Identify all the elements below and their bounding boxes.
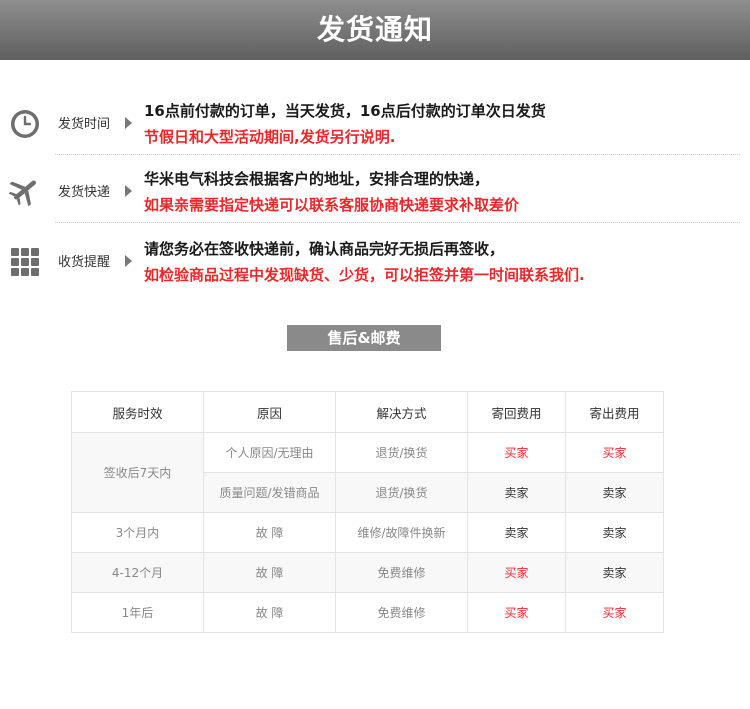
table-header: 寄出费用 — [565, 391, 664, 433]
table-header: 服务时效 — [71, 391, 204, 433]
cell-return-fee: 买家 — [467, 552, 566, 593]
info-tag: 发货时间 — [58, 117, 111, 132]
clock-icon — [11, 110, 39, 138]
section-title-label: 售后&邮费 — [327, 329, 401, 347]
triangle-right-icon — [125, 255, 132, 267]
cell-period: 签收后7天内 — [71, 432, 204, 513]
table-row: 1年后 故 障 免费维修 买家 买家 — [71, 592, 664, 633]
info-line-highlight: 如检验商品过程中发现缺货、少货，可以拒签并第一时间联系我们. — [144, 266, 585, 284]
table-row: 签收后7天内 个人原因/无理由 退货/换货 买家 买家 — [71, 432, 664, 513]
info-row-courier: 发货快递 华米电气科技会根据客户的地址，安排合理的快递， 如果亲需要指定快递可以… — [0, 157, 750, 225]
triangle-right-icon — [125, 117, 132, 129]
divider — [55, 222, 740, 223]
info-row-shipping-time: 发货时间 16点前付款的订单，当天发货，16点后付款的订单次日发货 节假日和大型… — [0, 89, 750, 157]
info-line-primary: 请您务必在签收快递前，确认商品完好无损后再签收， — [144, 240, 505, 258]
table-row: 4-12个月 故 障 免费维修 买家 卖家 — [71, 552, 664, 593]
cell-reason: 个人原因/无理由 — [203, 432, 336, 473]
cell-reason: 质量问题/发错商品 — [203, 472, 336, 513]
cell-send-fee: 卖家 — [565, 552, 664, 593]
info-line-primary: 华米电气科技会根据客户的地址，安排合理的快递， — [144, 170, 490, 188]
cell-reason: 故 障 — [203, 552, 336, 593]
info-line-highlight: 如果亲需要指定快递可以联系客服协商快递要求补取差价 — [144, 196, 520, 214]
cell-return-fee: 卖家 — [467, 512, 566, 553]
info-row-receiving: 收货提醒 请您务必在签收快递前，确认商品完好无损后再签收， 如检验商品过程中发现… — [0, 227, 750, 295]
section-title: 售后&邮费 — [287, 325, 441, 351]
cell-solution: 维修/故障件换新 — [335, 512, 468, 553]
cell-period: 1年后 — [71, 592, 204, 633]
cell-solution: 免费维修 — [335, 592, 468, 633]
info-line-primary: 16点前付款的订单，当天发货，16点后付款的订单次日发货 — [144, 102, 546, 120]
table-header-row: 服务时效 原因 解决方式 寄回费用 寄出费用 — [71, 391, 664, 433]
after-sales-table: 服务时效 原因 解决方式 寄回费用 寄出费用 签收后7天内 个人原因/无理由 退… — [71, 391, 664, 633]
cell-return-fee: 买家 — [467, 432, 566, 473]
table-row: 3个月内 故 障 维修/故障件换新 卖家 卖家 — [71, 512, 664, 553]
grid-icon — [11, 248, 39, 276]
table-header: 寄回费用 — [467, 391, 566, 433]
cell-send-fee: 买家 — [565, 592, 664, 633]
banner-title: 发货通知 — [316, 13, 433, 46]
divider — [55, 154, 740, 155]
cell-solution: 免费维修 — [335, 552, 468, 593]
cell-reason: 故 障 — [203, 592, 336, 633]
cell-period: 4-12个月 — [71, 552, 204, 593]
cell-return-fee: 买家 — [467, 592, 566, 633]
cell-reason: 故 障 — [203, 512, 336, 553]
cell-send-fee: 卖家 — [565, 472, 664, 513]
airplane-icon — [8, 180, 36, 207]
page-banner: 发货通知 — [0, 0, 750, 60]
cell-send-fee: 买家 — [565, 432, 664, 473]
cell-return-fee: 卖家 — [467, 472, 566, 513]
table-header: 原因 — [203, 391, 336, 433]
info-tag: 发货快递 — [58, 185, 111, 200]
cell-solution: 退货/换货 — [335, 432, 468, 473]
cell-period: 3个月内 — [71, 512, 204, 553]
cell-send-fee: 卖家 — [565, 512, 664, 553]
info-line-highlight: 节假日和大型活动期间,发货另行说明. — [144, 128, 396, 146]
table-header: 解决方式 — [335, 391, 468, 433]
info-tag: 收货提醒 — [58, 255, 111, 270]
cell-solution: 退货/换货 — [335, 472, 468, 513]
triangle-right-icon — [125, 185, 132, 197]
